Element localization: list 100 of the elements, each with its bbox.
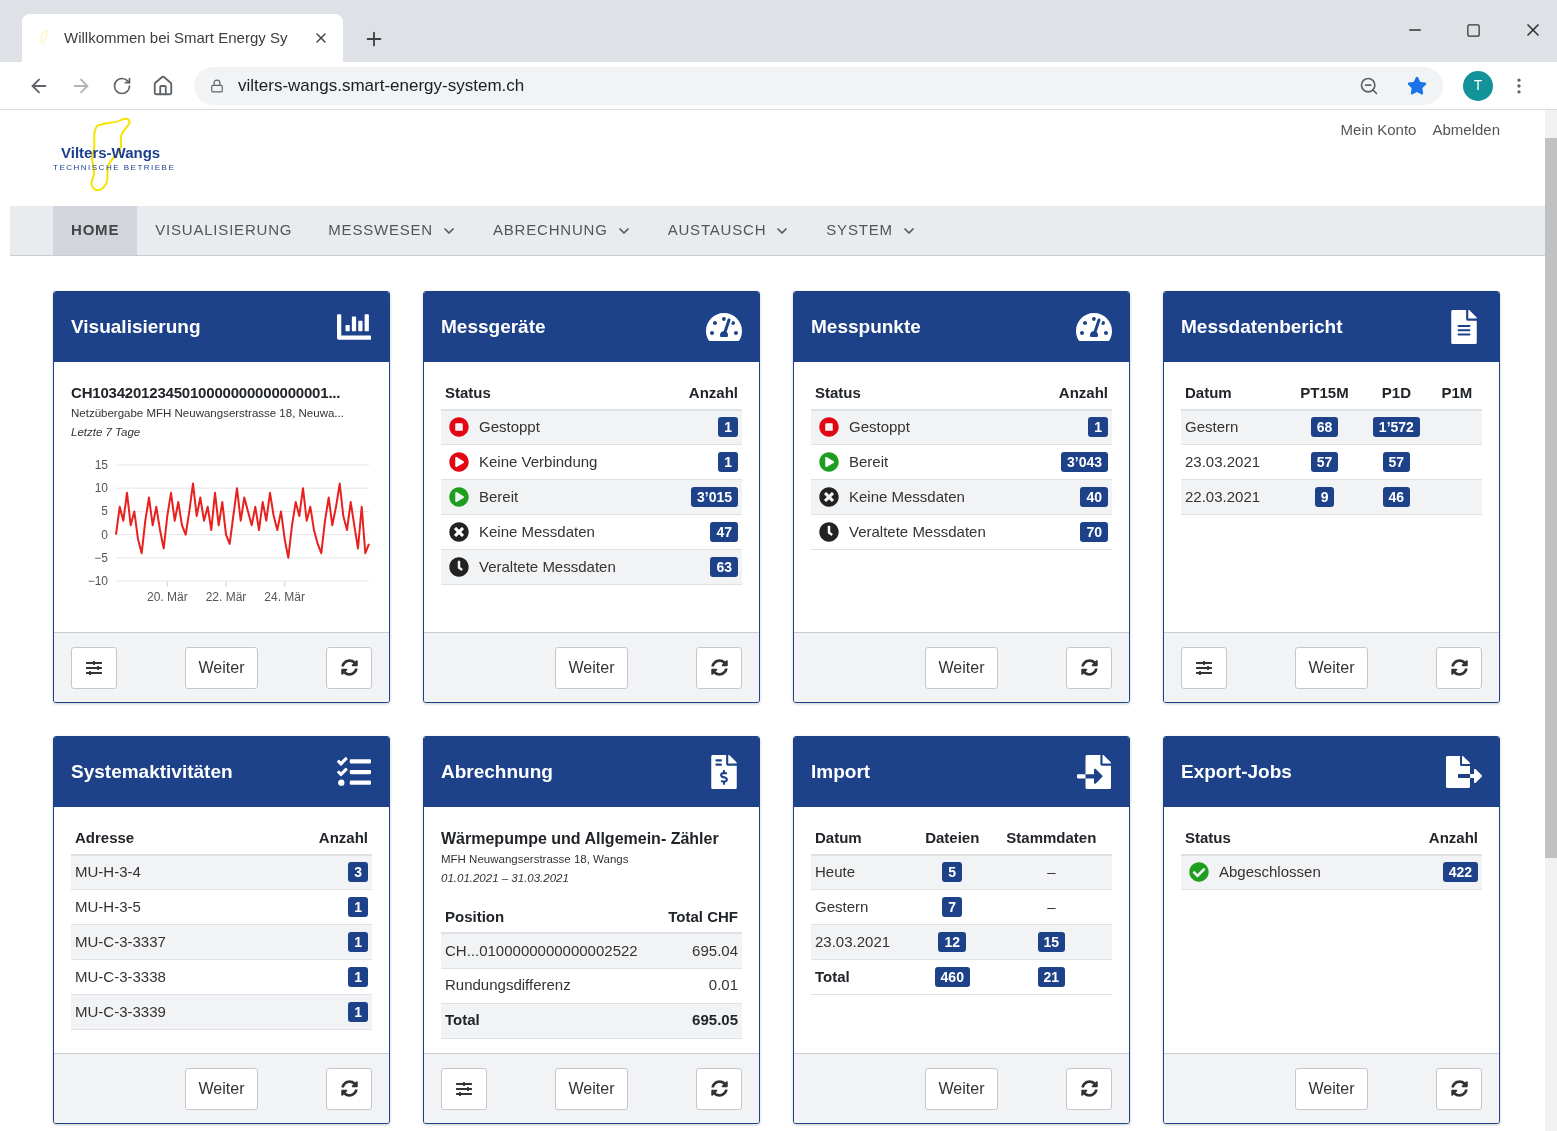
y-tick-label: 0: [101, 527, 108, 542]
scrollbar[interactable]: [1545, 110, 1557, 1131]
clock-icon: [449, 557, 469, 577]
refresh-button[interactable]: [1066, 1067, 1112, 1110]
table-cell: Gestern: [1181, 409, 1289, 445]
x-tick-label: 24. Mär: [264, 590, 305, 604]
filter-button[interactable]: [1181, 646, 1227, 689]
count-badge: 422: [1442, 862, 1478, 882]
zoom-out-icon[interactable]: [1359, 75, 1379, 96]
play-icon: [449, 487, 469, 507]
header-link[interactable]: Abmelden: [1432, 119, 1500, 142]
column-header: Anzahl: [1396, 827, 1482, 855]
next-button[interactable]: Weiter: [924, 1067, 999, 1110]
count-badge: 1: [1088, 417, 1108, 437]
count-badge: 9: [1314, 486, 1335, 507]
nav-item[interactable]: VISUALISIERUNG: [137, 206, 311, 255]
card-title: Abrechnung: [441, 759, 553, 784]
nav-item[interactable]: HOME: [53, 206, 138, 255]
nav-item[interactable]: MESSWESEN: [310, 206, 475, 255]
count-badge: 40: [1080, 486, 1108, 507]
filter-button[interactable]: [71, 646, 117, 689]
count-badge: 70: [1080, 521, 1108, 542]
stop-icon: [819, 417, 839, 438]
status-label: Veraltete Messdaten: [479, 556, 616, 577]
nav-item[interactable]: AUSTAUSCH: [649, 206, 809, 255]
refresh-icon: [1080, 1080, 1098, 1097]
table-cell: MU-H-3-5: [71, 889, 262, 925]
y-tick-label: 5: [101, 504, 108, 519]
nav-item[interactable]: ABRECHNUNG: [475, 206, 650, 255]
gauge-icon: [1076, 310, 1112, 344]
table-cell: 695.05: [657, 1003, 742, 1038]
card-title: Messdatenbericht: [1181, 314, 1343, 339]
browser-tab[interactable]: Willkommen bei Smart Energy Sy: [22, 14, 343, 62]
header-link[interactable]: Mein Konto: [1340, 119, 1417, 142]
next-button[interactable]: Weiter: [1294, 1067, 1369, 1110]
status-label: Gestoppt: [479, 417, 540, 437]
refresh-button[interactable]: [696, 646, 742, 689]
clock-icon: [819, 522, 839, 542]
y-tick-label: −10: [87, 574, 108, 588]
count-badge: 1: [348, 966, 368, 987]
refresh-button[interactable]: [696, 1067, 742, 1110]
column-header: Datum: [811, 827, 914, 855]
next-button[interactable]: Weiter: [924, 646, 999, 689]
next-button[interactable]: Weiter: [554, 646, 629, 689]
column-header: Datum: [1181, 382, 1289, 410]
next-button[interactable]: Weiter: [184, 1067, 259, 1110]
card-heading: CH10342012345010000000000000001...: [71, 383, 342, 403]
table-cell: –: [990, 854, 1112, 890]
y-tick-label: 10: [94, 481, 108, 496]
maximize-icon[interactable]: [1466, 22, 1481, 38]
card-title: Messgeräte: [441, 314, 546, 339]
count-badge: 1: [348, 1001, 368, 1022]
status-label: Keine Messdaten: [479, 521, 595, 542]
count-badge: 47: [710, 521, 738, 542]
count-badge: 1: [348, 896, 368, 917]
count-badge: 460: [934, 966, 970, 987]
nav-item[interactable]: SYSTEM: [808, 206, 935, 255]
tab-title: Willkommen bei Smart Energy Sy: [64, 27, 289, 48]
card-title: Visualisierung: [71, 314, 201, 339]
table-cell: MU-H-3-4: [71, 854, 262, 890]
refresh-button[interactable]: [1436, 646, 1482, 689]
profile-avatar[interactable]: T: [1463, 70, 1493, 101]
next-button[interactable]: Weiter: [184, 646, 259, 689]
card-subheading: MFH Neuwangserstrasse 18, Wangs: [441, 852, 630, 867]
column-header: Total CHF: [657, 905, 742, 933]
url-text: vilters-wangs.smart-energy-system.ch: [238, 74, 526, 97]
count-badge: 3’043: [1060, 451, 1108, 472]
column-header: Status: [811, 382, 1040, 410]
refresh-icon: [340, 1080, 358, 1097]
sliders-icon: [86, 659, 102, 676]
home-icon[interactable]: [152, 74, 174, 97]
play-icon: [449, 452, 469, 472]
table-cell: –: [990, 889, 1112, 925]
address-bar[interactable]: vilters-wangs.smart-energy-system.ch: [194, 66, 1443, 105]
column-header: Adresse: [71, 827, 262, 855]
star-icon[interactable]: [1407, 75, 1427, 96]
table-cell: Heute: [811, 854, 914, 890]
card-title: Systemaktivitäten: [71, 759, 233, 784]
status-label: Bereit: [849, 451, 889, 472]
table-cell: Gestern: [811, 889, 914, 925]
column-header: PT15M: [1288, 382, 1361, 410]
y-tick-label: 15: [94, 458, 108, 472]
refresh-button[interactable]: [1436, 1067, 1482, 1110]
x-tick-label: 20. Mär: [147, 590, 188, 604]
column-header: Anzahl: [669, 382, 742, 410]
status-label: Gestoppt: [849, 417, 910, 437]
card-title: Messpunkte: [811, 314, 921, 339]
refresh-button[interactable]: [326, 646, 372, 689]
column-header: Status: [1181, 827, 1397, 855]
refresh-button[interactable]: [326, 1067, 372, 1110]
card-subheading: Netzübergabe MFH Neuwangserstrasse 18, Neuwa...: [71, 405, 345, 421]
count-badge: 1’572: [1372, 417, 1420, 437]
next-button[interactable]: Weiter: [554, 1067, 629, 1110]
refresh-button[interactable]: [1066, 646, 1112, 689]
table-cell: CH...0100000000000002522: [441, 933, 658, 968]
filter-button[interactable]: [441, 1067, 487, 1110]
count-badge: 68: [1310, 417, 1339, 437]
reload-icon[interactable]: [112, 75, 132, 96]
count-badge: 46: [1382, 486, 1411, 507]
next-button[interactable]: Weiter: [1294, 646, 1369, 689]
